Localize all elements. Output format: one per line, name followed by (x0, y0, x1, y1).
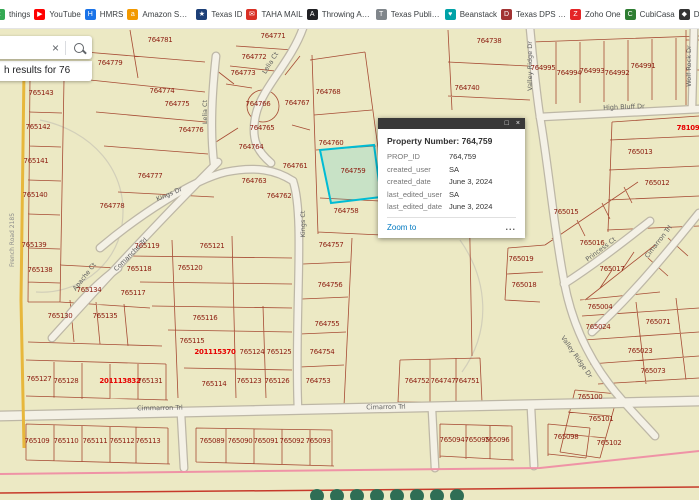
bookmark-favicon: T (376, 9, 387, 20)
bookmark-item[interactable]: ▶ YouTube (34, 9, 80, 20)
popup-field-row: last_edited_userSA (387, 190, 516, 199)
popup-field-row: last_edited_dateJune 3, 2024 (387, 202, 516, 211)
search-results-text: h results for 76 (0, 61, 92, 81)
popup-field-row: PROP_ID764,759 (387, 152, 516, 161)
bookmark-item[interactable]: T Texas Public Sex Off... (376, 9, 441, 20)
popup-body: Property Number: 764,759 PROP_ID764,759c… (378, 129, 525, 238)
popup-field-label: created_user (387, 165, 449, 174)
bookmark-item[interactable]: D Texas DPS - Schedul... (501, 9, 566, 20)
bookmark-label: Amazon Smile (142, 10, 192, 19)
popup-field-label: last_edited_user (387, 190, 449, 199)
street-label: Cimmarron Trl (137, 404, 183, 413)
bookmark-item[interactable]: ◆ Drone (679, 9, 699, 20)
street-label: Kings Ct (299, 210, 307, 237)
map-search-box[interactable]: × (0, 36, 92, 59)
bookmark-favicon: ♥ (445, 9, 456, 20)
bookmark-favicon: H (85, 9, 96, 20)
bookmark-favicon: ★ (196, 9, 207, 20)
bookmark-label: TAHA MAIL (261, 10, 302, 19)
bookmark-item[interactable]: ✉ TAHA MAIL (246, 9, 302, 20)
map-canvas[interactable]: Lelia CtLelia CtKings DrKings CtComanche… (0, 0, 699, 500)
street-label: Cimarron Trl (366, 403, 406, 412)
bookmark-item[interactable]: ★ Texas ID (196, 9, 242, 20)
bookmark-favicon: Z (570, 9, 581, 20)
popup-field-value: 764,759 (449, 152, 476, 161)
bookmark-item[interactable]: ♥ Beanstack (445, 9, 497, 20)
search-divider (65, 41, 66, 55)
popup-field-label: created_date (387, 177, 449, 186)
popup-footer: Zoom to ... (387, 217, 516, 232)
bookmark-favicon: a (127, 9, 138, 20)
selected-parcel-764759[interactable] (320, 145, 381, 203)
popup-field-value: SA (449, 165, 459, 174)
bookmark-favicon: ✉ (246, 9, 257, 20)
popup-dock-icon[interactable]: □ (505, 118, 509, 129)
popup-field-label: last_edited_date (387, 202, 449, 211)
bookmark-label: Throwing Aces Ho... (322, 10, 372, 19)
more-options-button[interactable]: ... (505, 222, 516, 232)
bookmark-label: Texas Public Sex Off... (391, 10, 441, 19)
bookmark-item[interactable]: A Throwing Aces Ho... (307, 9, 372, 20)
bookmark-item[interactable]: tthings (0, 9, 30, 20)
bookmark-label: Beanstack (460, 10, 497, 19)
popup-titlebar: □ × (378, 118, 525, 129)
zoom-to-link[interactable]: Zoom to (387, 223, 416, 232)
bookmark-item[interactable]: Z Zoho One (570, 9, 621, 20)
search-icon[interactable] (74, 43, 84, 53)
bookmark-favicon: t (0, 9, 5, 20)
street-label: High Bluff Dr (603, 102, 645, 111)
bookmark-label: YouTube (49, 10, 80, 19)
street-label: Wolf Rock Dr (685, 45, 693, 87)
bookmark-label: HMRS (100, 10, 124, 19)
bookmark-favicon: D (501, 9, 512, 20)
bookmark-label: Drone (694, 10, 699, 19)
bookmark-favicon: ◆ (679, 9, 690, 20)
bookmarks-bar: tthings ▶ YouTube H HMRSa Amazon Smile ★ Texas … (0, 0, 699, 29)
popup-close-icon[interactable]: × (516, 118, 520, 129)
bookmark-favicon: A (307, 9, 318, 20)
feature-popup: □ × Property Number: 764,759 PROP_ID764,… (378, 118, 525, 238)
bookmark-favicon: C (625, 9, 636, 20)
bookmark-item[interactable]: a Amazon Smile (127, 9, 192, 20)
popup-field-value: June 3, 2024 (449, 202, 492, 211)
popup-title: Property Number: 764,759 (387, 136, 516, 146)
bookmark-favicon: ▶ (34, 9, 45, 20)
bookmark-label: Texas DPS - Schedul... (516, 10, 566, 19)
bookmark-item[interactable]: C CubiCasa (625, 9, 675, 20)
popup-field-row: created_dateJune 3, 2024 (387, 177, 516, 186)
popup-field-row: created_userSA (387, 165, 516, 174)
street-label: French Road 2185 (9, 213, 16, 267)
popup-attribute-rows: PROP_ID764,759created_userSAcreated_date… (387, 152, 516, 211)
bookmark-label: CubiCasa (640, 10, 675, 19)
popup-field-label: PROP_ID (387, 152, 449, 161)
search-clear-button[interactable]: × (46, 41, 65, 55)
popup-field-value: SA (449, 190, 459, 199)
street-label: Lelia Ct (201, 99, 209, 124)
bookmark-label: things (9, 10, 30, 19)
popup-field-value: June 3, 2024 (449, 177, 492, 186)
bookmark-item[interactable]: H HMRS (85, 9, 124, 20)
bookmark-label: Texas ID (211, 10, 242, 19)
street-label: Valley Ridge Dr (526, 41, 534, 91)
bookmark-label: Zoho One (585, 10, 621, 19)
